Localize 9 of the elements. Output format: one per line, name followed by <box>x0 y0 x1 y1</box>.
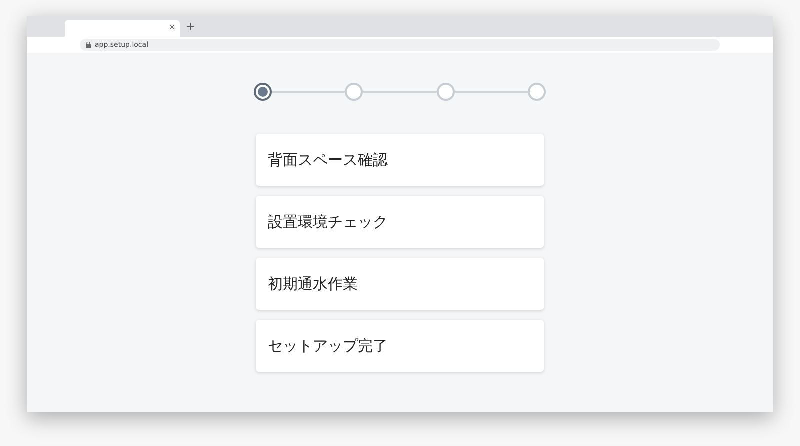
lock-icon <box>86 42 91 48</box>
step-indicator[interactable] <box>254 83 272 101</box>
browser-tab[interactable]: × <box>65 20 180 37</box>
step-card[interactable]: 設置環境チェック <box>256 196 544 248</box>
step-card[interactable]: 初期通水作業 <box>256 258 544 310</box>
close-icon[interactable]: × <box>168 24 176 33</box>
step-card[interactable]: 背面スペース確認 <box>256 134 544 186</box>
step-card[interactable]: セットアップ完了 <box>256 320 544 372</box>
new-tab-button[interactable]: + <box>186 21 196 32</box>
